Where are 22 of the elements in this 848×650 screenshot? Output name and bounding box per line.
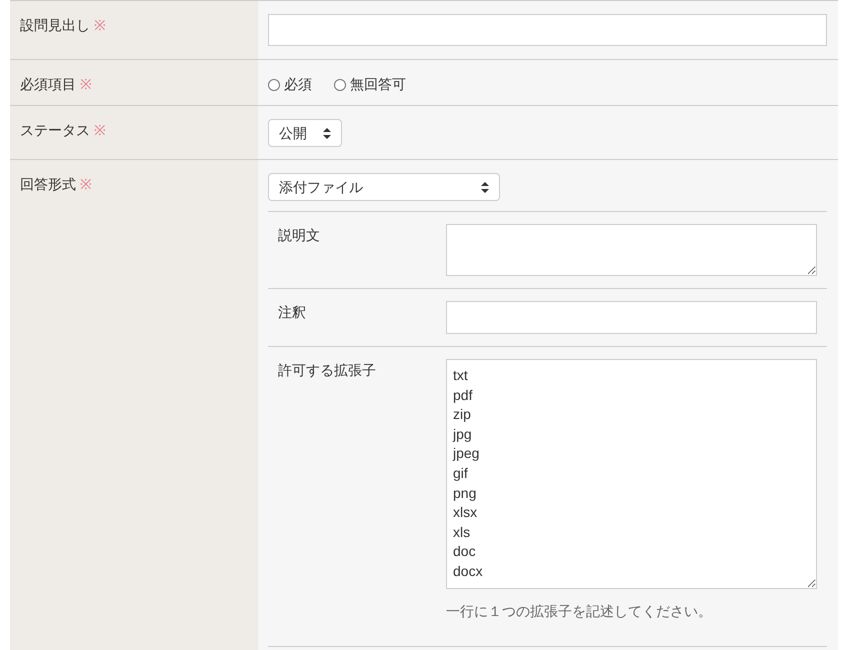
radio-option[interactable]: 無回答可 [334, 74, 406, 95]
text-field[interactable] [268, 14, 827, 46]
radio-option[interactable]: 必須 [268, 74, 312, 95]
textarea-field[interactable] [446, 224, 817, 276]
text-field[interactable] [446, 301, 817, 334]
sort-caret-icon [323, 128, 331, 138]
select-field[interactable]: 添付ファイル [268, 173, 500, 201]
field-label: 許可する拡張子 [278, 362, 376, 378]
required-mark: ※ [80, 176, 92, 192]
field-label: 必須項目 [20, 76, 76, 92]
required-mark: ※ [94, 17, 106, 33]
required-mark: ※ [94, 122, 106, 138]
field-label: 説明文 [278, 227, 320, 243]
select-field[interactable]: 公開 [268, 119, 342, 147]
field-label: 注釈 [278, 304, 306, 320]
sort-caret-icon [481, 182, 489, 192]
hint-text: 一行に１つの拡張子を記述してください。 [446, 602, 713, 621]
field-label: ステータス [20, 122, 90, 138]
textarea-field[interactable]: txt pdf zip jpg jpeg gif png xlsx xls doc docx [446, 359, 817, 589]
required-mark: ※ [80, 76, 92, 92]
field-label: 回答形式 [20, 176, 76, 192]
field-label: 設問見出し [20, 17, 90, 33]
